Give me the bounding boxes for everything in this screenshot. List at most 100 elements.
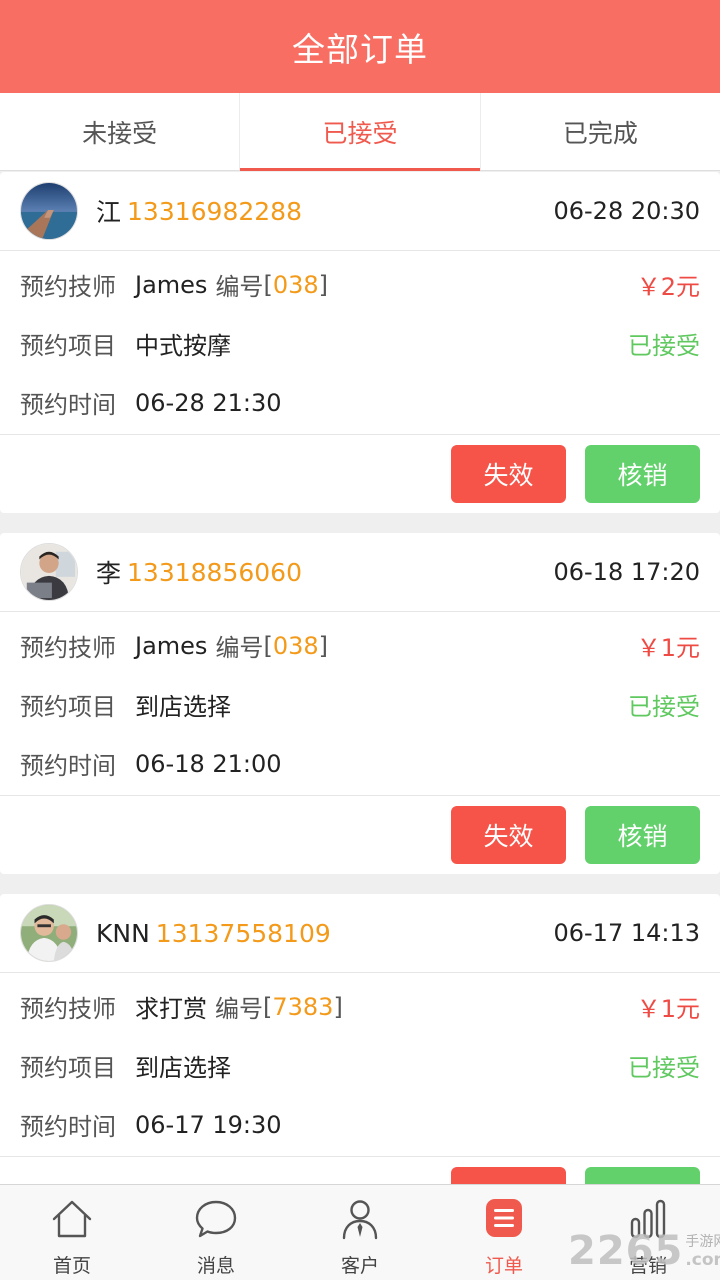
watermark-text-top: 手游网 (685, 1234, 720, 1250)
avatar-image (21, 905, 77, 961)
order-time: 06-28 20:30 (553, 197, 700, 225)
verify-button[interactable]: 核销 (585, 445, 700, 503)
watermark-logo: 2265 手游网 .com (568, 1222, 720, 1280)
customer-name: 李 (96, 559, 122, 588)
technician-name: James (135, 631, 208, 660)
home-icon (52, 1200, 92, 1238)
technician-code: 7383 (272, 992, 334, 1021)
order-actions: 失效 核销 (0, 435, 720, 513)
project-row: 预约项目 到店选择 已接受 (20, 675, 700, 734)
order-card: 江 13316982288 06-28 20:30 预约技师 James 编号[… (0, 172, 720, 513)
avatar (20, 904, 78, 962)
project-row: 预约项目 到店选择 已接受 (20, 1036, 700, 1095)
appointment-time: 06-17 19:30 (135, 1110, 282, 1139)
technician-code: 038 (272, 270, 319, 299)
number-label: 编号 (215, 995, 263, 1023)
customer-name: 江 (96, 198, 122, 227)
order-details: 预约技师 求打赏 编号[7383] ￥1元 预约项目 到店选择 已接受 预约时间… (0, 973, 720, 1157)
appointment-time: 06-28 21:30 (135, 388, 282, 417)
technician-row: 预约技师 James 编号[038] ￥2元 (20, 255, 700, 314)
tab-label: 已接受 (322, 118, 398, 148)
invalidate-button[interactable]: 失效 (451, 806, 566, 864)
order-status: 已接受 (628, 332, 700, 360)
message-icon (195, 1200, 237, 1238)
project-label: 预约项目 (20, 332, 116, 360)
appointment-label: 预约时间 (20, 752, 116, 780)
number-label: 编号 (215, 634, 264, 662)
app-screen: 全部订单 未接受 已接受 已完成 江 13316982288 06-28 20:… (0, 0, 720, 1280)
watermark-text: 手游网 .com (685, 1233, 720, 1269)
project-name: 到店选择 (135, 693, 231, 721)
order-status-tabs: 未接受 已接受 已完成 (0, 93, 720, 171)
order-time: 06-18 17:20 (553, 558, 700, 586)
tab-completed[interactable]: 已完成 (481, 93, 720, 170)
technician-row: 预约技师 求打赏 编号[7383] ￥1元 (20, 977, 700, 1036)
watermark-text-bottom: .com (685, 1250, 720, 1270)
order-header: 李 13318856060 06-18 17:20 (0, 533, 720, 612)
customer-icon (342, 1200, 378, 1240)
appointment-row: 预约时间 06-28 21:30 (20, 373, 700, 432)
nav-label: 客户 (340, 1255, 379, 1277)
technician-label: 预约技师 (20, 273, 116, 301)
order-details: 预约技师 James 编号[038] ￥2元 预约项目 中式按摩 已接受 预约时… (0, 251, 720, 435)
project-name: 到店选择 (135, 1054, 231, 1082)
nav-item-orders[interactable]: 订单 (432, 1185, 576, 1280)
verify-button[interactable]: 核销 (585, 806, 700, 864)
appointment-row: 预约时间 06-17 19:30 (20, 1095, 700, 1154)
watermark-number: 2265 (568, 1228, 684, 1274)
tab-label: 已完成 (562, 118, 638, 148)
order-icon (486, 1199, 522, 1237)
nav-item-customers[interactable]: 客户 (288, 1185, 432, 1280)
page-header: 全部订单 (0, 0, 720, 93)
avatar-image (21, 183, 77, 239)
order-actions: 失效 核销 (0, 1157, 720, 1184)
avatar (20, 182, 78, 240)
avatar (20, 543, 78, 601)
customer-name: KNN (96, 918, 150, 948)
order-price: ￥2元 (636, 273, 700, 301)
order-details: 预约技师 James 编号[038] ￥1元 预约项目 到店选择 已接受 预约时… (0, 612, 720, 796)
order-list[interactable]: 江 13316982288 06-28 20:30 预约技师 James 编号[… (0, 172, 720, 1184)
technician-code: 038 (272, 631, 319, 660)
order-card: KNN 13137558109 06-17 14:13 预约技师 求打赏 编号[… (0, 894, 720, 1184)
order-header: 江 13316982288 06-28 20:30 (0, 172, 720, 251)
verify-button[interactable]: 核销 (585, 1167, 700, 1184)
technician-label: 预约技师 (20, 634, 116, 662)
technician-label: 预约技师 (20, 995, 116, 1023)
page-title: 全部订单 (292, 29, 428, 69)
project-name: 中式按摩 (135, 332, 231, 360)
tab-unaccepted[interactable]: 未接受 (0, 93, 241, 170)
avatar-image (21, 544, 77, 600)
project-label: 预约项目 (20, 693, 116, 721)
order-card: 李 13318856060 06-18 17:20 预约技师 James 编号[… (0, 533, 720, 874)
technician-row: 预约技师 James 编号[038] ￥1元 (20, 616, 700, 675)
appointment-label: 预约时间 (20, 1113, 116, 1141)
invalidate-button[interactable]: 失效 (451, 445, 566, 503)
technician-name: 求打赏 (135, 995, 207, 1023)
order-price: ￥1元 (636, 995, 700, 1023)
customer-phone[interactable]: 13318856060 (127, 558, 302, 587)
nav-label: 消息 (196, 1255, 235, 1277)
appointment-time: 06-18 21:00 (135, 749, 282, 778)
appointment-row: 预约时间 06-18 21:00 (20, 734, 700, 793)
number-label: 编号 (215, 273, 264, 301)
tab-label: 未接受 (82, 118, 158, 148)
order-price: ￥1元 (636, 634, 700, 662)
customer-phone[interactable]: 13316982288 (127, 197, 302, 226)
customer-phone[interactable]: 13137558109 (156, 919, 331, 948)
nav-item-messages[interactable]: 消息 (144, 1185, 288, 1280)
project-label: 预约项目 (20, 1054, 116, 1082)
nav-item-home[interactable]: 首页 (0, 1185, 144, 1280)
project-row: 预约项目 中式按摩 已接受 (20, 314, 700, 373)
nav-label: 首页 (52, 1255, 91, 1277)
order-header: KNN 13137558109 06-17 14:13 (0, 894, 720, 973)
order-status: 已接受 (628, 693, 700, 721)
nav-label: 订单 (484, 1255, 523, 1277)
invalidate-button[interactable]: 失效 (451, 1167, 566, 1184)
order-status: 已接受 (628, 1054, 700, 1082)
order-actions: 失效 核销 (0, 796, 720, 874)
tab-accepted[interactable]: 已接受 (240, 93, 481, 171)
technician-name: James (135, 270, 208, 299)
order-time: 06-17 14:13 (553, 919, 700, 947)
appointment-label: 预约时间 (20, 391, 116, 419)
